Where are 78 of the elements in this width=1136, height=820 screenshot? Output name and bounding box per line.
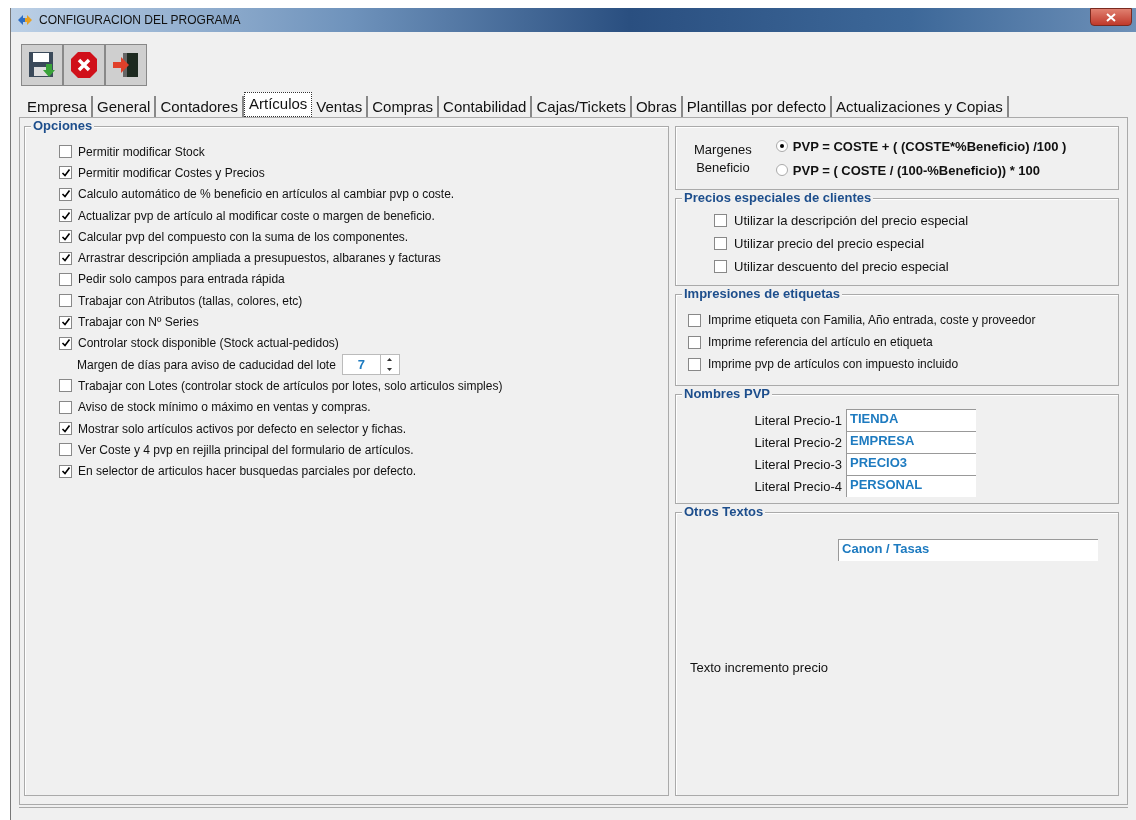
field-label: Literal Precio-4 — [753, 478, 842, 494]
checkbox[interactable] — [688, 313, 701, 327]
text-field[interactable]: Canon / Tasas — [838, 539, 1098, 561]
option-label: Calcular pvp del compuesto con la suma de los componentes. — [78, 229, 409, 244]
option-label: Utilizar la descripción del precio especial — [734, 213, 969, 228]
option-label: Trabajar con Atributos (tallas, colores, etc) — [78, 293, 303, 308]
checkbox[interactable] — [59, 209, 72, 223]
text-field[interactable]: TIENDA — [846, 409, 976, 431]
exit-door-icon — [111, 50, 141, 80]
option-label: Pedir solo campos para entrada rápida — [78, 272, 285, 287]
margins-label: Beneficio — [696, 159, 750, 175]
radio-button[interactable] — [775, 164, 788, 176]
checkbox[interactable] — [59, 230, 72, 244]
group-title: Precios especiales de clientes — [682, 190, 874, 205]
group-title: Otros Textos — [682, 504, 766, 519]
option-label: Trabajar con Lotes (controlar stock de artículos por lotes, solo articulos simples) — [78, 378, 503, 393]
option-label: Actualizar pvp de artículo al modificar coste o margen de beneficio. — [78, 208, 435, 223]
checkbox[interactable] — [688, 335, 701, 349]
checkbox[interactable] — [59, 315, 72, 329]
checkbox[interactable] — [59, 145, 72, 159]
radio-button[interactable] — [775, 140, 788, 152]
text-field[interactable]: PERSONAL — [846, 475, 976, 497]
cancel-button[interactable] — [63, 44, 105, 86]
group-title: Opciones — [31, 118, 95, 133]
checkbox[interactable] — [59, 379, 72, 393]
option-label: Permitir modificar Costes y Precios — [78, 165, 265, 180]
option-label: Margen de días para aviso de caducidad del lote — [77, 357, 336, 372]
cancel-icon — [69, 50, 99, 80]
option-label: Imprime referencia del artículo en etiqueta — [708, 335, 933, 349]
margins-label: Margenes — [694, 141, 752, 157]
checkbox[interactable] — [688, 357, 701, 371]
save-button[interactable] — [21, 44, 63, 86]
option-label: Ver Coste y 4 pvp en rejilla principal del formulario de artículos. — [78, 442, 414, 457]
close-button[interactable] — [1090, 8, 1132, 26]
field-label: Literal Precio-3 — [753, 456, 842, 472]
up-arrow-icon — [387, 358, 393, 362]
checkbox[interactable] — [59, 422, 72, 435]
floppy-disk-icon — [27, 50, 57, 80]
number-spinner[interactable]: 7 — [341, 354, 400, 376]
app-arrows-icon — [17, 14, 33, 26]
option-label: Aviso de stock mínimo o máximo en ventas y compras. — [78, 400, 371, 415]
formula-label: PVP = COSTE + ( (COSTE*%Beneficio) /100 ) — [792, 138, 1067, 154]
exit-button[interactable] — [105, 44, 147, 86]
checkbox[interactable] — [59, 166, 72, 180]
checkbox[interactable] — [714, 237, 727, 250]
checkbox[interactable] — [59, 336, 72, 350]
text-field[interactable]: PRECIO3 — [846, 453, 976, 475]
window-title: CONFIGURACION DEL PROGRAMA — [39, 13, 241, 27]
option-label: Arrastrar descripción ampliada a presupuestos, albaranes y facturas — [78, 251, 441, 266]
close-icon — [1106, 12, 1116, 22]
option-label: Imprime pvp de artículos con impuesto incluido — [708, 357, 959, 371]
option-label: Imprime etiqueta con Familia, Año entrada, coste y proveedor — [708, 313, 1036, 327]
down-arrow-icon — [387, 367, 393, 371]
field-label: Texto incremento precio — [690, 659, 828, 675]
option-label: Utilizar descuento del precio especial — [734, 259, 949, 274]
option-label: En selector de articulos hacer busquedas parciales por defecto. — [78, 464, 417, 479]
formula-label: PVP = ( COSTE / (100-%Beneficio)) * 100 — [792, 162, 1040, 178]
option-label: Trabajar con Nº Series — [78, 315, 199, 329]
checkbox[interactable] — [59, 294, 72, 308]
checkbox[interactable] — [59, 251, 72, 265]
group-title: Impresiones de etiquetas — [682, 286, 843, 301]
option-label: Permitir modificar Stock — [78, 144, 205, 159]
option-label: Utilizar precio del precio especial — [734, 236, 925, 251]
option-label: Calculo automático de % beneficio en artículos al cambiar pvp o coste. — [78, 187, 455, 202]
option-label: Mostrar solo artículos activos por defecto en selector y fichas. — [78, 421, 407, 436]
field-label: Literal Precio-1 — [753, 412, 842, 428]
checkbox[interactable] — [59, 187, 72, 201]
checkbox[interactable] — [59, 443, 72, 457]
field-label: Literal Precio-2 — [753, 434, 842, 450]
group-title: Nombres PVP — [682, 386, 772, 401]
tab[interactable]: Artículos — [243, 92, 313, 117]
checkbox[interactable] — [59, 400, 72, 414]
option-label: Controlar stock disponible (Stock actual-pedidos) — [78, 336, 339, 351]
checkbox[interactable] — [714, 214, 727, 227]
checkbox[interactable] — [59, 272, 72, 286]
text-field[interactable]: EMPRESA — [846, 431, 976, 453]
checkbox[interactable] — [59, 464, 72, 478]
checkbox[interactable] — [714, 260, 727, 273]
